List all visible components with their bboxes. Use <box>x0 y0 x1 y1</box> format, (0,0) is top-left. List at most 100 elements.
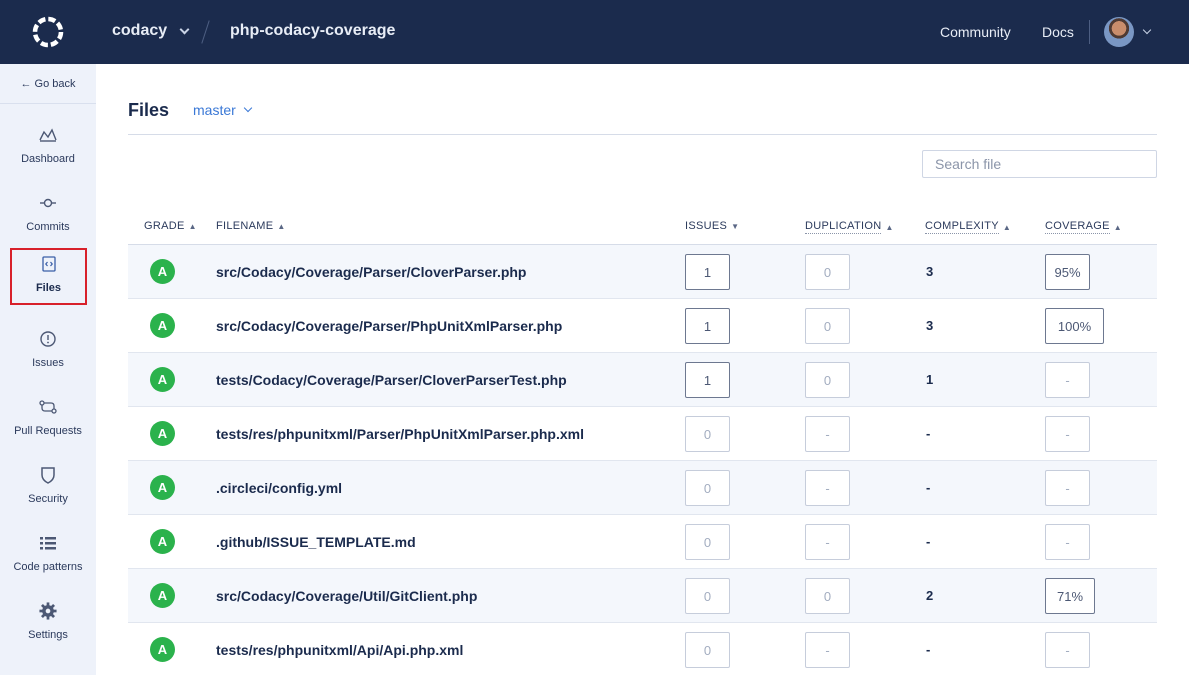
grade-badge: A <box>150 475 175 500</box>
sidebar-item-label: Security <box>28 493 68 505</box>
chevron-down-icon[interactable] <box>1142 25 1152 35</box>
sidebar-item-commits[interactable]: Commits <box>0 190 96 248</box>
complexity-value: - <box>926 642 931 657</box>
duplication-value: 0 <box>805 308 850 344</box>
coverage-value: - <box>1045 470 1090 506</box>
issues-count: 0 <box>685 578 730 614</box>
breadcrumb-separator <box>201 20 210 44</box>
header-divider <box>1089 20 1090 44</box>
sort-up-icon: ▲ <box>188 221 197 231</box>
divider <box>128 134 1157 135</box>
column-header-duplication[interactable]: DUPLICATION ▲ <box>805 220 894 234</box>
grade-badge: A <box>150 529 175 554</box>
docs-link[interactable]: Docs <box>1042 24 1074 40</box>
coverage-value: - <box>1045 524 1090 560</box>
coverage-value: - <box>1045 416 1090 452</box>
pull-request-icon <box>39 398 57 416</box>
sidebar-item-code-patterns[interactable]: Code patterns <box>0 530 96 588</box>
coverage-value: - <box>1045 362 1090 398</box>
org-selector[interactable]: codacy <box>112 22 190 40</box>
chevron-down-icon <box>243 103 253 113</box>
page-title: Files <box>128 100 170 120</box>
table-row[interactable]: A tests/res/phpunitxml/Api/Api.php.xml 0… <box>128 623 1157 675</box>
column-header-coverage[interactable]: COVERAGE ▲ <box>1045 220 1122 234</box>
issues-count: 0 <box>685 470 730 506</box>
go-back-link[interactable]: ← Go back <box>0 64 96 103</box>
sidebar-item-settings[interactable]: Settings <box>0 598 96 656</box>
column-header-grade[interactable]: GRADE ▲ <box>144 220 197 232</box>
issues-count: 1 <box>685 362 730 398</box>
table-row[interactable]: A src/Codacy/Coverage/Util/GitClient.php… <box>128 569 1157 623</box>
issues-count: 0 <box>685 524 730 560</box>
complexity-value: 2 <box>926 588 934 603</box>
table-row[interactable]: A .github/ISSUE_TEMPLATE.md 0 - - - <box>128 515 1157 569</box>
column-header-filename[interactable]: FILENAME ▲ <box>216 220 286 232</box>
codacy-logo-icon[interactable] <box>30 14 66 50</box>
sidebar-item-security[interactable]: Security <box>0 462 96 520</box>
file-name[interactable]: src/Codacy/Coverage/Parser/CloverParser.… <box>216 264 527 280</box>
file-code-icon <box>40 255 58 273</box>
file-name[interactable]: .github/ISSUE_TEMPLATE.md <box>216 534 416 550</box>
table-row[interactable]: A src/Codacy/Coverage/Parser/PhpUnitXmlP… <box>128 299 1157 353</box>
sort-up-icon: ▲ <box>885 222 894 232</box>
table-row[interactable]: A tests/Codacy/Coverage/Parser/CloverPar… <box>128 353 1157 407</box>
branch-selector[interactable]: master <box>193 102 253 118</box>
file-name[interactable]: tests/Codacy/Coverage/Parser/CloverParse… <box>216 372 567 388</box>
sidebar: ← Go back Dashboard Commits Files Issues… <box>0 64 96 675</box>
sidebar-item-label: Issues <box>32 357 64 369</box>
sort-up-icon: ▲ <box>1113 222 1122 232</box>
branch-name: master <box>193 102 236 118</box>
file-name[interactable]: src/Codacy/Coverage/Util/GitClient.php <box>216 588 477 604</box>
sidebar-item-label: Code patterns <box>13 561 83 573</box>
alert-circle-icon <box>39 330 57 348</box>
duplication-value: - <box>805 524 850 560</box>
issues-count: 0 <box>685 632 730 668</box>
coverage-value: - <box>1045 632 1090 668</box>
duplication-value: 0 <box>805 578 850 614</box>
duplication-value: 0 <box>805 254 850 290</box>
commit-icon <box>39 194 57 212</box>
gear-icon <box>39 602 57 620</box>
sidebar-item-label: Dashboard <box>21 153 75 165</box>
user-avatar[interactable] <box>1104 17 1134 47</box>
table-row[interactable]: A src/Codacy/Coverage/Parser/CloverParse… <box>128 245 1157 299</box>
sidebar-item-pull-requests[interactable]: Pull Requests <box>0 394 96 452</box>
file-name[interactable]: .circleci/config.yml <box>216 480 342 496</box>
coverage-value: 95% <box>1045 254 1090 290</box>
grade-badge: A <box>150 313 175 338</box>
complexity-value: 3 <box>926 318 934 333</box>
sort-down-icon: ▼ <box>731 221 740 231</box>
sidebar-item-dashboard[interactable]: Dashboard <box>0 122 96 180</box>
sidebar-divider <box>0 103 96 104</box>
sort-up-icon: ▲ <box>1002 222 1012 232</box>
file-name[interactable]: tests/res/phpunitxml/Api/Api.php.xml <box>216 642 463 658</box>
shield-icon <box>39 466 57 484</box>
file-name[interactable]: tests/res/phpunitxml/Parser/PhpUnitXmlPa… <box>216 426 584 442</box>
duplication-value: 0 <box>805 362 850 398</box>
table-row[interactable]: A tests/res/phpunitxml/Parser/PhpUnitXml… <box>128 407 1157 461</box>
duplication-value: - <box>805 470 850 506</box>
grade-badge: A <box>150 367 175 392</box>
sidebar-item-label: Pull Requests <box>14 425 82 437</box>
complexity-value: - <box>926 534 931 549</box>
community-link[interactable]: Community <box>940 24 1011 40</box>
table-row[interactable]: A .circleci/config.yml 0 - - - <box>128 461 1157 515</box>
file-name[interactable]: src/Codacy/Coverage/Parser/PhpUnitXmlPar… <box>216 318 562 334</box>
coverage-value: 71% <box>1045 578 1095 614</box>
files-table: A src/Codacy/Coverage/Parser/CloverParse… <box>128 245 1157 675</box>
grade-badge: A <box>150 421 175 446</box>
complexity-value: - <box>926 426 931 441</box>
duplication-value: - <box>805 632 850 668</box>
grade-badge: A <box>150 583 175 608</box>
repository-name[interactable]: php-codacy-coverage <box>230 22 395 40</box>
column-header-issues[interactable]: ISSUES ▼ <box>685 220 739 232</box>
complexity-value: 3 <box>926 264 934 279</box>
top-bar: codacy php-codacy-coverage Community Doc… <box>0 0 1189 64</box>
column-header-complexity[interactable]: COMPLEXITY ▲ <box>925 220 1011 234</box>
sidebar-item-issues[interactable]: Issues <box>0 326 96 384</box>
sidebar-item-files[interactable]: Files <box>10 248 87 305</box>
complexity-value: 1 <box>926 372 934 387</box>
issues-count: 1 <box>685 308 730 344</box>
search-file-input[interactable] <box>922 150 1157 178</box>
issues-count: 1 <box>685 254 730 290</box>
